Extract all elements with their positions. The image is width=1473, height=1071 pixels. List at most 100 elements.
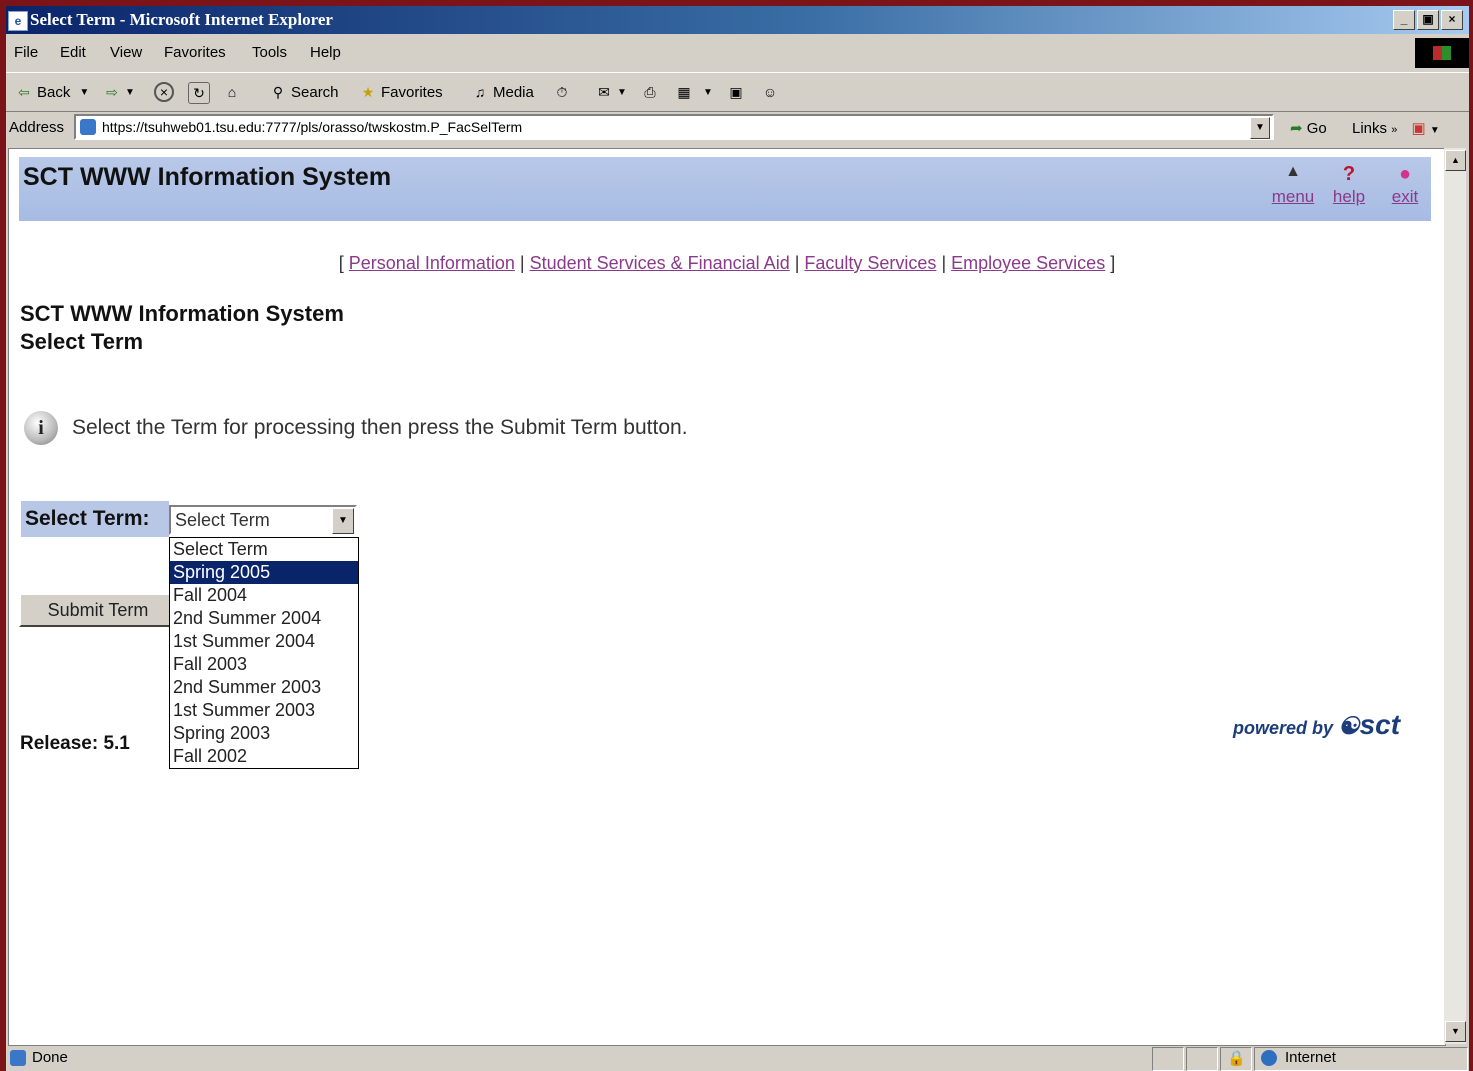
menu-bar: File Edit View Favorites Tools Help [6,36,1469,68]
refresh-button[interactable]: ↻ [188,82,210,104]
edit-button[interactable]: ▦ ▼ [674,82,713,102]
menu-edit[interactable]: Edit [60,44,86,61]
zone-label: Internet [1285,1049,1336,1066]
back-arrow-icon: ⇦ [18,84,30,100]
term-option[interactable]: Fall 2002 [170,745,358,768]
home-button[interactable]: ⌂ [222,82,242,102]
back-label: Back [37,83,71,101]
chevron-down-icon: ▼ [1429,125,1440,136]
chevron-down-icon: ▼ [79,86,90,98]
term-option-selected[interactable]: Spring 2005 [170,561,358,584]
zone-cell: Internet [1254,1047,1468,1071]
banner-nav: ▲ menu ? help ● exit [1263,163,1433,219]
edit-icon: ▦ [677,84,691,100]
back-button[interactable]: ⇦ Back ▼ [14,82,89,102]
browser-window: e Select Term - Microsoft Internet Explo… [6,6,1469,1071]
stop-icon: × [154,82,174,102]
forward-button[interactable]: ⇨ ▼ [102,82,135,102]
term-option[interactable]: 2nd Summer 2004 [170,607,358,630]
address-bar: Address https://tsuhweb01.tsu.edu:7777/p… [6,111,1469,145]
help-icon: ? [1342,163,1356,185]
page-heading: SCT WWW Information System [20,301,344,326]
status-bar: Done 🔒 Internet [6,1045,1469,1071]
links-label: Links [1352,120,1388,137]
print-icon: ⎙ [644,84,656,100]
release-version: Release: 5.1 [20,733,130,754]
term-option[interactable]: 2nd Summer 2003 [170,676,358,699]
chevron-down-icon: ▼ [125,86,135,98]
term-select[interactable]: Select Term ▼ [169,505,357,535]
link-student-services[interactable]: Student Services & Financial Aid [530,253,790,273]
powered-by-text: powered by [1233,718,1334,738]
stop-button[interactable]: × [154,82,174,102]
discuss-button[interactable]: ▣ [726,82,746,102]
go-button[interactable]: ➦ Go [1290,119,1327,137]
vertical-scrollbar[interactable]: ▲ ▼ [1444,148,1466,1044]
toolbar: ⇦ Back ▼ ⇨ ▼ × ↻ ⌂ ⚲ Search ★ Favorites … [6,72,1469,112]
term-option[interactable]: Spring 2003 [170,722,358,745]
search-button[interactable]: ⚲ Search [268,82,339,102]
term-option[interactable]: 1st Summer 2003 [170,699,358,722]
powered-by-logo: powered by ☯sct [1233,709,1400,741]
menu-link[interactable]: ▲ menu [1263,163,1323,207]
sct-swirl-icon: ☯ [1338,713,1360,740]
chevron-down-icon[interactable]: ▼ [332,508,354,534]
messenger-icon: ☺ [762,84,778,100]
links-button[interactable]: Links » ▣ ▼ [1352,119,1440,137]
go-label: Go [1306,120,1327,137]
exit-link-label: exit [1391,187,1419,206]
favorites-button[interactable]: ★ Favorites [358,82,443,102]
term-option[interactable]: Fall 2004 [170,584,358,607]
link-employee-services[interactable]: Employee Services [951,253,1105,273]
link-faculty-services[interactable]: Faculty Services [804,253,936,273]
maximize-button[interactable]: ▣ [1417,10,1439,30]
mail-icon: ✉ [598,84,610,100]
discuss-icon: ▣ [729,84,743,100]
page-subheading: Select Term [20,329,144,354]
term-option[interactable]: Fall 2003 [170,653,358,676]
info-text: Select the Term for processing then pres… [72,416,688,439]
close-button[interactable]: × [1441,10,1463,30]
status-cell [1152,1047,1184,1071]
history-button[interactable]: ⏱ [552,82,572,102]
submit-term-button[interactable]: Submit Term [19,593,177,627]
page-icon [80,119,96,135]
banner-title: SCT WWW Information System [23,163,392,191]
links-page-icon: ▣ [1411,120,1426,137]
scroll-up-icon[interactable]: ▲ [1445,150,1466,171]
address-input[interactable]: https://tsuhweb01.tsu.edu:7777/pls/orass… [74,114,1274,140]
exit-icon: ● [1398,163,1412,185]
term-select-value: Select Term [175,510,270,530]
mail-button[interactable]: ✉ ▼ [594,82,627,102]
menu-help[interactable]: Help [310,44,341,61]
select-term-label: Select Term: [21,501,169,537]
scroll-down-icon[interactable]: ▼ [1445,1021,1466,1042]
term-option[interactable]: 1st Summer 2004 [170,630,358,653]
link-personal-information[interactable]: Personal Information [349,253,515,273]
menu-tools[interactable]: Tools [252,44,287,61]
menu-view[interactable]: View [110,44,142,61]
exit-link[interactable]: ● exit [1375,163,1435,207]
status-text: Done [32,1049,68,1066]
media-label: Media [493,83,534,101]
print-button[interactable]: ⎙ [640,82,660,102]
messenger-button[interactable]: ☺ [760,82,780,102]
address-label: Address [9,119,65,136]
menu-file[interactable]: File [14,44,38,61]
help-link[interactable]: ? help [1319,163,1379,207]
chevron-down-icon: ▼ [617,86,627,98]
menu-favorites[interactable]: Favorites [164,44,226,61]
refresh-icon: ↻ [188,82,210,104]
media-icon: ♫ [474,84,486,100]
favorites-label: Favorites [381,83,443,101]
internet-globe-icon [1261,1050,1277,1066]
window-title: Select Term - Microsoft Internet Explore… [30,10,333,29]
title-bar: e Select Term - Microsoft Internet Explo… [6,6,1469,34]
search-label: Search [291,83,339,101]
help-link-label: help [1332,187,1366,206]
term-option[interactable]: Select Term [170,538,358,561]
minimize-button[interactable]: _ [1393,10,1415,30]
media-button[interactable]: ♫ Media [470,82,534,102]
address-dropdown-icon[interactable]: ▼ [1250,117,1270,139]
favorites-icon: ★ [361,84,375,100]
